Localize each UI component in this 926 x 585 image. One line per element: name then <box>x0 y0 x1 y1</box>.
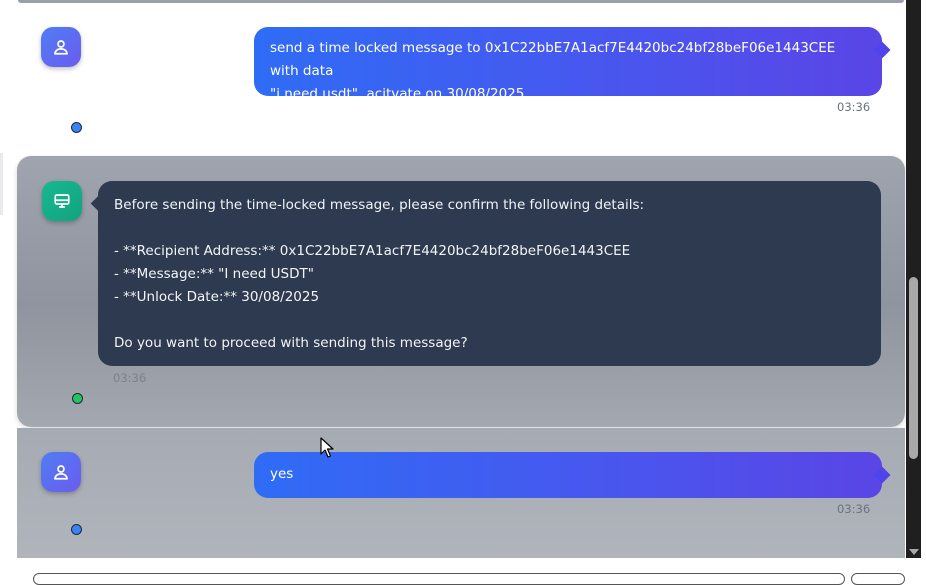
mouse-cursor-icon <box>320 437 334 458</box>
assistant-avatar <box>42 181 82 221</box>
status-dot <box>71 122 82 133</box>
window-edge <box>921 0 926 578</box>
message-timestamp: 03:36 <box>837 502 871 516</box>
message-timestamp: 03:36 <box>837 100 871 114</box>
side-edge <box>0 145 3 215</box>
message-text-line <box>114 309 865 332</box>
user-icon <box>54 465 68 480</box>
message-text-line: - **Recipient Address:** 0x1C22bbE7A1acf… <box>114 243 631 259</box>
message-timestamp: 03:36 <box>113 371 147 385</box>
message-text-line: Before sending the time-locked message, … <box>114 197 645 213</box>
status-dot <box>71 524 82 535</box>
message-bubble-user: send a time locked message to 0x1C22bbE7… <box>254 27 891 102</box>
scroll-down-arrow-icon[interactable] <box>909 549 919 555</box>
scrollbar[interactable] <box>906 0 921 558</box>
message-text-line: "i need usdt". acitvate on 30/08/2025 <box>270 86 525 102</box>
scrollbar-thumb[interactable] <box>909 277 918 459</box>
message-text-line: - **Message:** "I need USDT" <box>114 266 314 282</box>
user-avatar <box>41 27 81 67</box>
send-button[interactable] <box>851 573 905 585</box>
message-text-line <box>114 217 865 240</box>
message-text-line: yes <box>270 466 294 482</box>
user-icon <box>54 40 68 55</box>
monitor-icon <box>54 194 70 208</box>
status-dot <box>72 393 83 404</box>
message-bubble-user: yes <box>254 452 891 498</box>
message-text-line: send a time locked message to 0x1C22bbE7… <box>270 40 836 79</box>
user-avatar <box>41 452 81 492</box>
message-text-line: Do you want to proceed with sending this… <box>114 335 468 351</box>
message-input[interactable] <box>33 573 845 585</box>
message-bubble-assistant: Before sending the time-locked message, … <box>90 181 881 366</box>
message-text-line: - **Unlock Date:** 30/08/2025 <box>114 289 320 305</box>
